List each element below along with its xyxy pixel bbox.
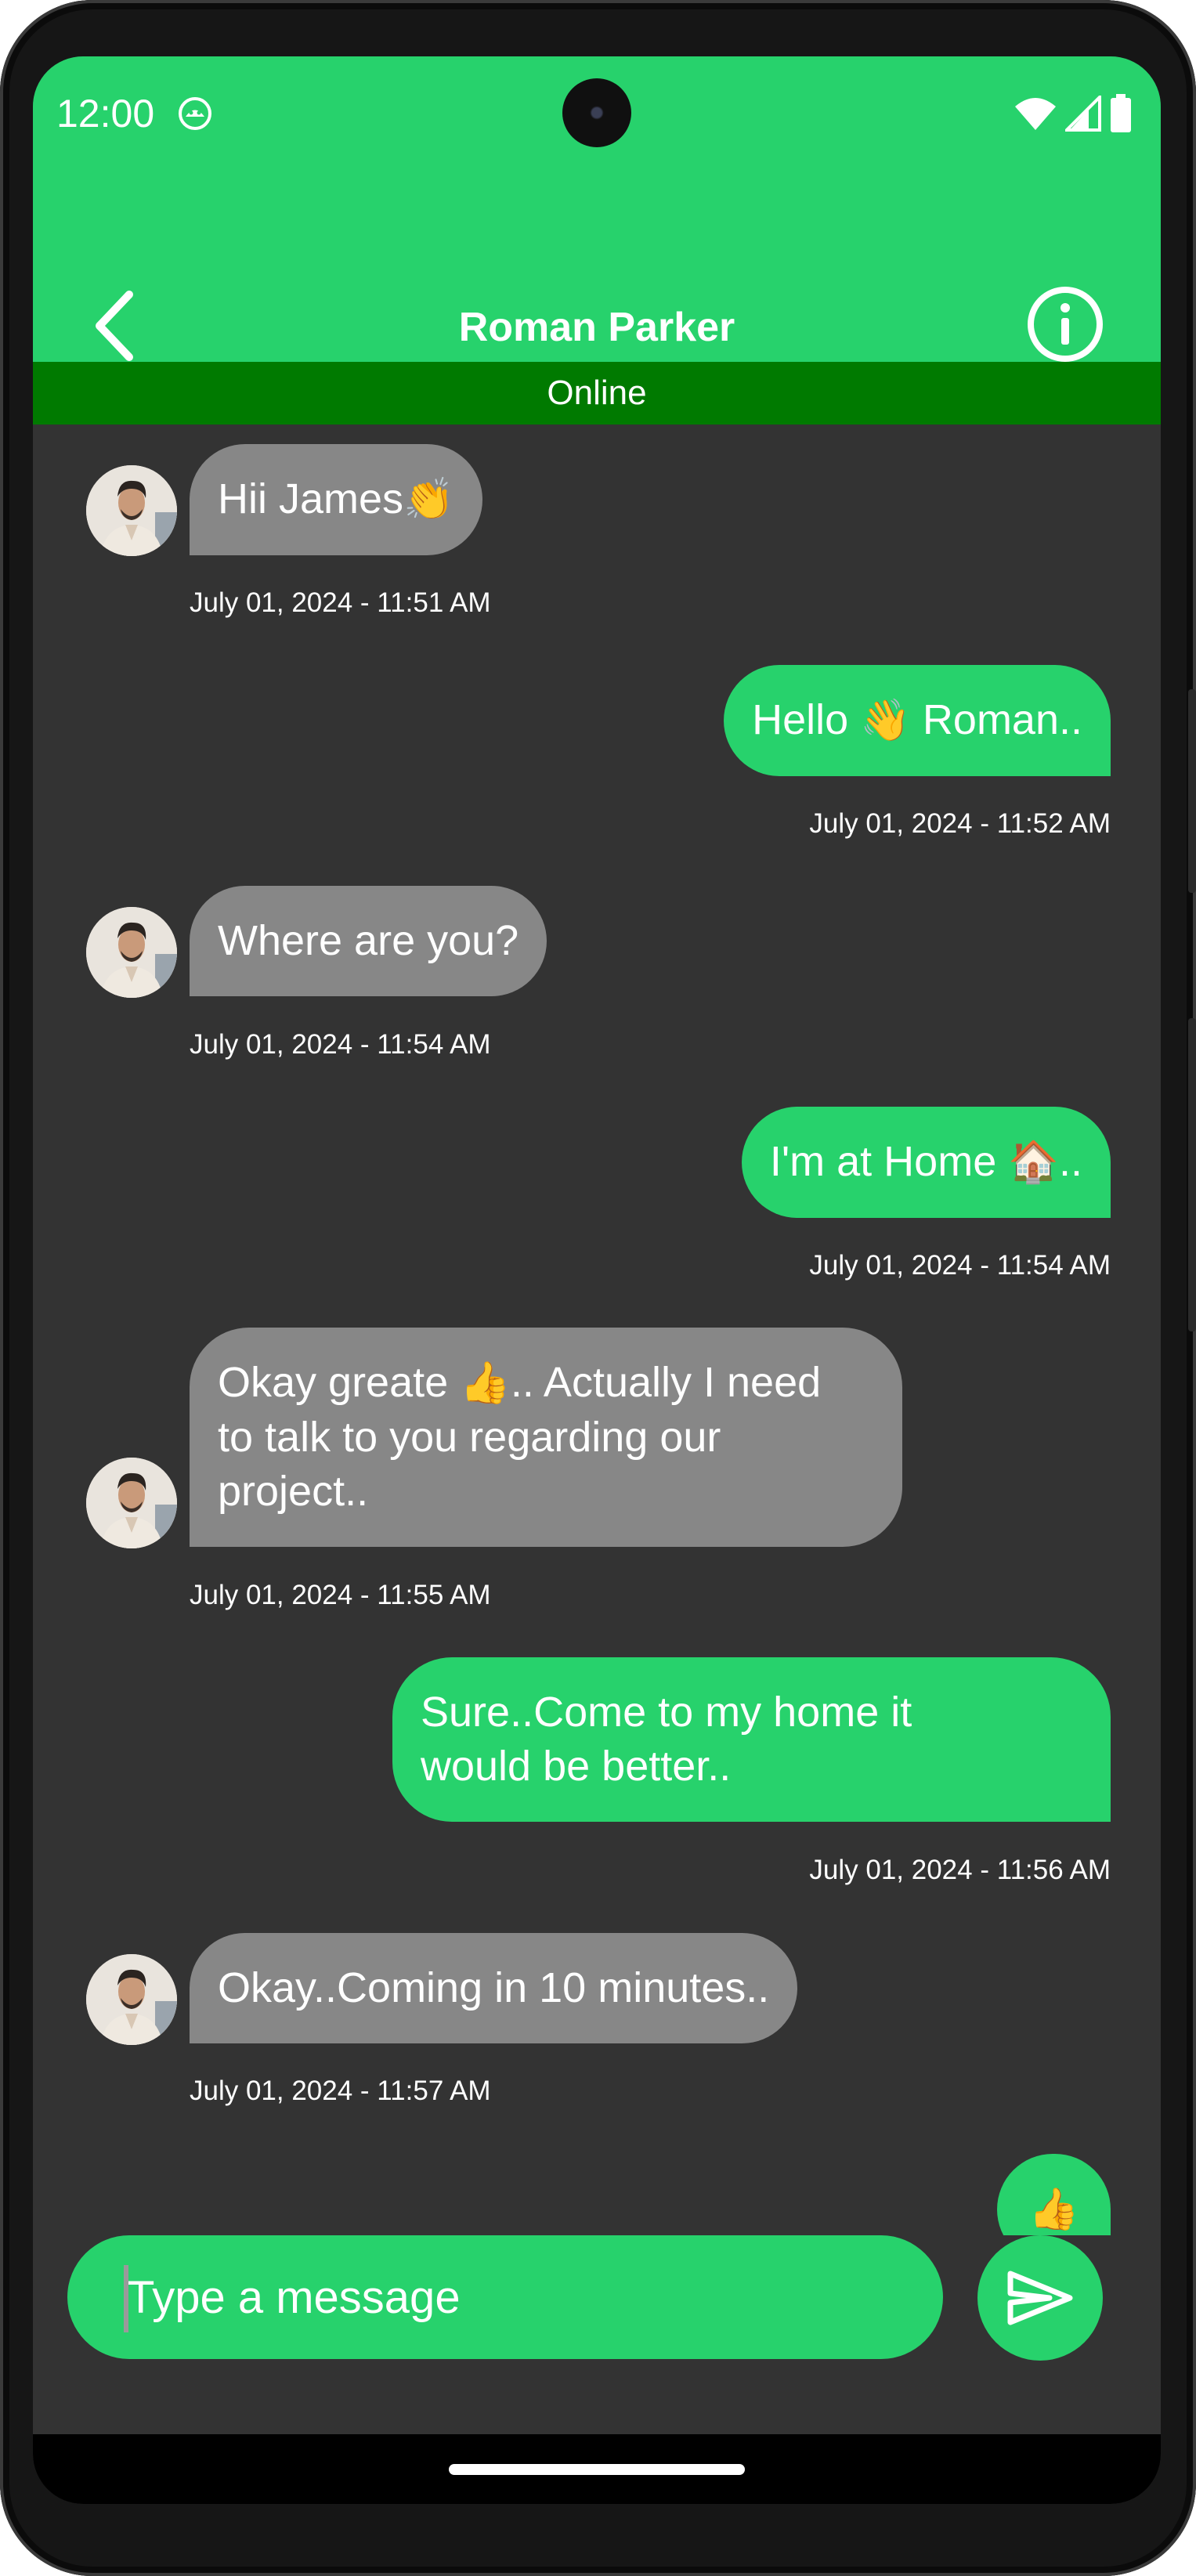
send-button[interactable] [977,2235,1103,2361]
avatar-image [86,465,177,556]
message-timestamp: July 01, 2024 - 11:55 AM [190,1580,491,1610]
message-line: Sure..Come to my home it [421,1689,912,1736]
message-timestamp: July 01, 2024 - 11:51 AM [190,587,491,618]
front-camera [562,78,631,147]
volume-button [1188,1018,1196,1331]
avatar [86,465,177,556]
thumbs-up-emoji: 👍 [1028,2186,1079,2233]
power-button [1188,689,1196,893]
message-line: project.. [218,1468,369,1515]
wave-emoji: 👋 [860,697,911,744]
message-list[interactable]: Hii James👏 July 01, 2024 - 11:51 AM Hell… [33,425,1161,2289]
avatar-image [86,1458,177,1548]
message-text: Hii James [218,475,404,522]
android-debug-icon [179,97,211,130]
message-timestamp: July 01, 2024 - 11:57 AM [190,2076,491,2106]
message-bubble-incoming[interactable]: Hii James👏 [190,444,482,555]
message-bubble-incoming[interactable]: Where are you? [190,886,547,996]
avatar [86,1458,177,1548]
message-text: I'm at Home [769,1138,1009,1185]
house-emoji: 🏠 [1008,1139,1059,1186]
phone-frame: 12:00 Roman Parker Online Hii James👏 Jul… [0,0,1196,2576]
avatar [86,1954,177,2045]
message-text: .. [1058,1138,1082,1185]
message-bubble-outgoing[interactable]: Hello 👋 Roman.. [724,665,1111,776]
info-icon[interactable] [1026,285,1104,363]
message-line: Okay greate 👍.. Actually I need [218,1359,822,1407]
message-input[interactable] [67,2235,943,2359]
thumbs-up-emoji: 👍 [460,1360,511,1407]
message-bubble-incoming[interactable]: Okay..Coming in 10 minutes.. [190,1933,798,2043]
text-caret [124,2265,128,2332]
message-text: Roman.. [910,696,1082,743]
navigation-bar [33,2434,1161,2504]
avatar [86,907,177,998]
online-status-banner: Online [33,362,1161,425]
message-bubble-incoming[interactable]: Okay greate 👍.. Actually I need to talk … [190,1328,902,1547]
message-timestamp: July 01, 2024 - 11:52 AM [809,808,1111,839]
composer [33,2235,1161,2412]
clap-emoji: 👏 [403,476,454,523]
message-timestamp: July 01, 2024 - 11:54 AM [809,1250,1111,1281]
status-time: 12:00 [56,92,155,135]
wifi-icon [1015,98,1056,130]
message-text: Where are you? [218,917,519,964]
status-bar: 12:00 [33,56,1161,174]
screen: 12:00 Roman Parker Online Hii James👏 Jul… [33,56,1161,2504]
message-line: to talk to you regarding our [218,1414,721,1461]
avatar-image [86,1954,177,2045]
signal-icon [1065,96,1101,132]
battery-icon [1111,94,1131,132]
status-icons [1014,94,1133,133]
home-indicator[interactable] [449,2464,745,2475]
avatar-image [86,907,177,998]
message-text: Okay..Coming in 10 minutes.. [218,1964,770,2011]
message-text: Hello [752,696,861,743]
message-bubble-outgoing[interactable]: I'm at Home 🏠.. [741,1107,1111,1218]
message-timestamp: July 01, 2024 - 11:56 AM [809,1855,1111,1885]
send-icon [1007,2271,1073,2325]
contact-name: Roman Parker [458,305,735,350]
message-timestamp: July 01, 2024 - 11:54 AM [190,1029,491,1060]
message-line: would be better.. [421,1743,732,1790]
message-bubble-outgoing[interactable]: Sure..Come to my home it would be better… [392,1657,1111,1822]
